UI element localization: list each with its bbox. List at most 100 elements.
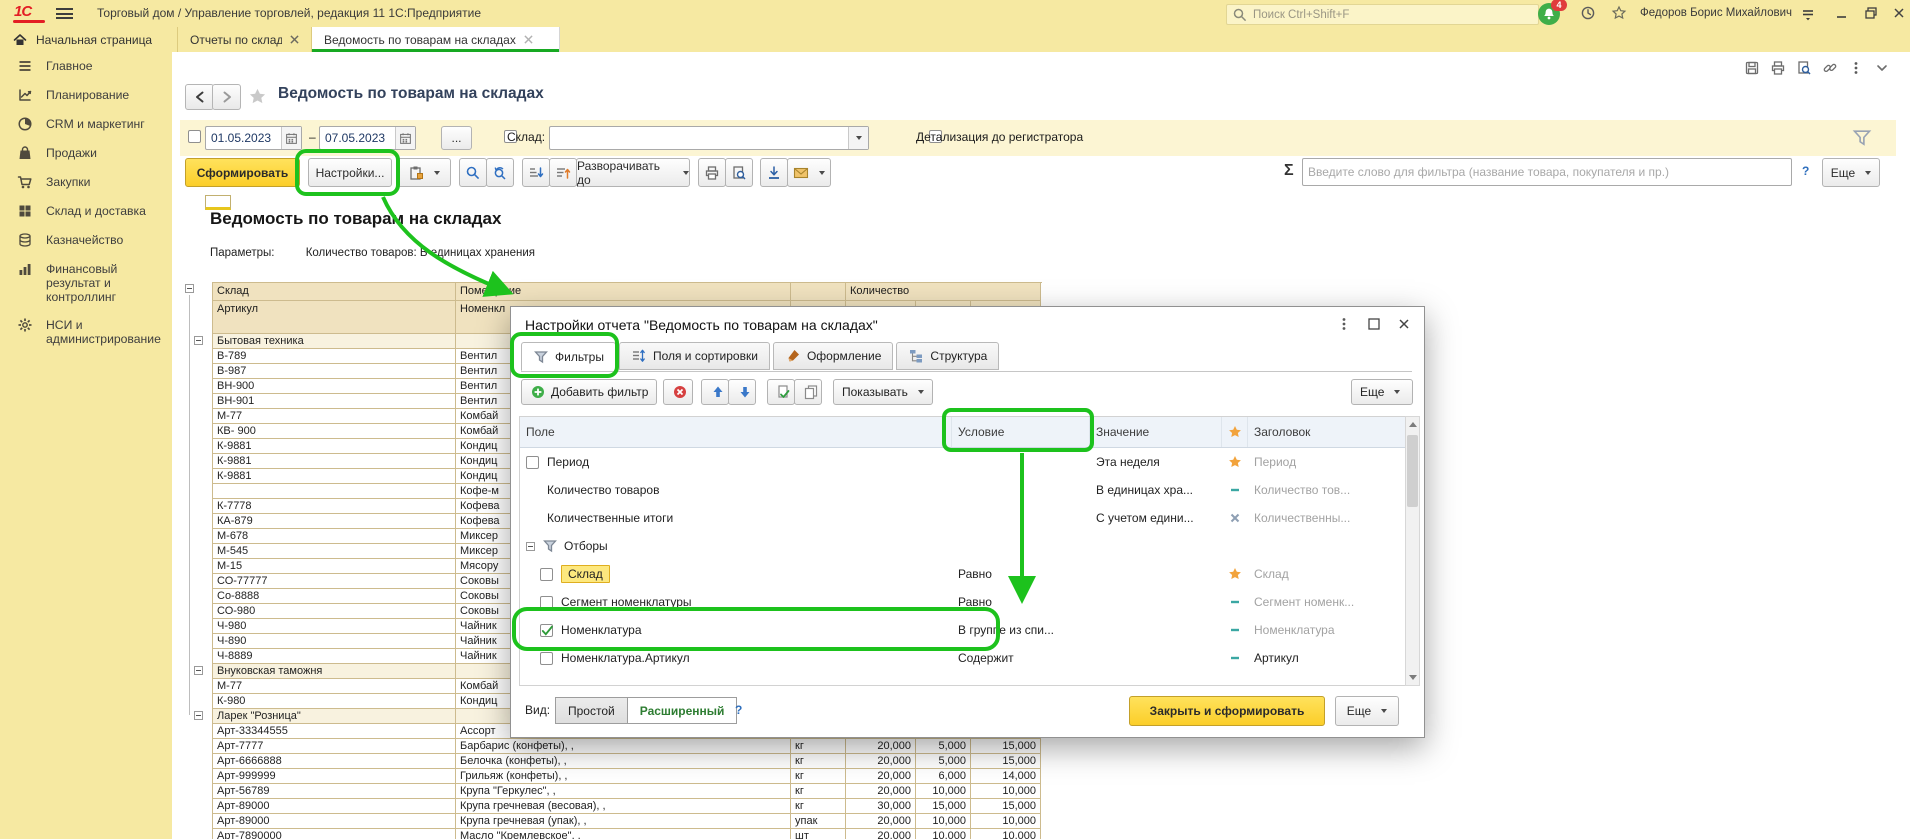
report-cell[interactable]: кг	[791, 769, 846, 784]
collapse-groups-button[interactable]	[522, 158, 550, 187]
filter-value-cell[interactable]: Эта неделя	[1090, 455, 1222, 469]
filter-marker-cell[interactable]	[1222, 454, 1248, 470]
sidebar-item-warehouse[interactable]: Склад и доставка	[0, 197, 172, 226]
report-cell[interactable]: ВН-900	[213, 379, 456, 394]
report-cell[interactable]: 10,000	[916, 829, 971, 839]
report-cell[interactable]: Ч-980	[213, 619, 456, 634]
report-header-cell[interactable]: Помещение	[456, 283, 791, 301]
tab-active[interactable]: Ведомость по товарам на складах	[312, 27, 560, 52]
favorite-star-button[interactable]	[248, 87, 267, 109]
show-mode-button[interactable]: Показывать	[833, 379, 933, 405]
dialog-more-button[interactable]	[1333, 315, 1355, 333]
column-header[interactable]: Заголовок	[1248, 417, 1410, 447]
column-value[interactable]: Значение	[1090, 417, 1222, 447]
help-button[interactable]: ?	[1802, 164, 1809, 178]
report-cell[interactable]: Барбарис (конфеты), ,	[456, 739, 791, 754]
filter-field-cell[interactable]: Количественные итоги	[520, 511, 952, 525]
report-cell[interactable]: Внуковская таможня	[213, 664, 456, 679]
filter-header-cell[interactable]: Период	[1248, 455, 1410, 469]
report-cell[interactable]: Со-8888	[213, 589, 456, 604]
move-down-button[interactable]	[728, 379, 756, 405]
report-cell[interactable]: Ч-890	[213, 634, 456, 649]
tree-collapse-icon[interactable]	[185, 284, 194, 293]
quick-filter-input[interactable]: Введите слово для фильтра (название това…	[1302, 158, 1792, 186]
find-button[interactable]	[459, 158, 487, 187]
filter-field-cell[interactable]: Период	[520, 455, 952, 469]
filter-field-cell[interactable]: Отборы	[520, 538, 952, 554]
filter-condition-cell[interactable]: Равно	[952, 595, 1090, 609]
report-cell[interactable]: Белочка (конфеты), ,	[456, 754, 791, 769]
report-corner-cell[interactable]	[205, 195, 231, 210]
filters-funnel-button[interactable]	[1852, 128, 1872, 151]
favorites-button[interactable]	[1611, 5, 1627, 24]
report-header-cell[interactable]: Склад	[213, 283, 456, 301]
filter-condition-cell[interactable]: Равно	[952, 567, 1090, 581]
filter-field-cell[interactable]: Количество товаров	[520, 483, 952, 497]
expand-groups-button[interactable]	[549, 158, 577, 187]
report-cell[interactable]: К-980	[213, 694, 456, 709]
report-cell[interactable]: кг	[791, 799, 846, 814]
filter-marker-cell[interactable]	[1222, 594, 1248, 610]
report-cell[interactable]: 14,000	[971, 769, 1041, 784]
report-cell[interactable]: 15,000	[971, 754, 1041, 769]
filter-header-cell[interactable]: Номенклатура	[1248, 623, 1410, 637]
expand-to-button[interactable]: Разворачивать до	[576, 158, 690, 187]
filter-marker-cell[interactable]	[1222, 510, 1248, 526]
report-cell[interactable]: Крупа "Геркулес", ,	[456, 784, 791, 799]
report-cell[interactable]: Арт-56789	[213, 784, 456, 799]
dialog-tab-item[interactable]: Поля и сортировки	[619, 342, 770, 370]
dialog-more-actions-button[interactable]: Еще	[1351, 379, 1413, 405]
report-cell[interactable]: упак	[791, 814, 846, 829]
back-button[interactable]	[185, 84, 214, 110]
report-header-cell[interactable]	[791, 283, 846, 301]
unchecked-checkbox[interactable]	[526, 456, 539, 469]
history-button[interactable]	[1580, 5, 1596, 24]
scroll-up-icon[interactable]	[1409, 422, 1417, 427]
report-cell[interactable]: 5,000	[916, 754, 971, 769]
column-condition[interactable]: Условие	[952, 417, 1090, 447]
filter-marker-cell[interactable]	[1222, 566, 1248, 582]
report-cell[interactable]: КА-879	[213, 514, 456, 529]
filter-header-cell[interactable]: Сегмент номенк...	[1248, 595, 1410, 609]
report-cell[interactable]: Арт-89000	[213, 799, 456, 814]
report-data-row[interactable]: Арт-89000Крупа гречневая (весовая), ,кг3…	[213, 799, 1042, 814]
tab-item[interactable]: Начальная страница	[0, 27, 178, 52]
current-user[interactable]: Федоров Борис Михайлович	[1640, 7, 1792, 19]
report-cell[interactable]: Ч-8889	[213, 649, 456, 664]
report-cell[interactable]: М-545	[213, 544, 456, 559]
dialog-tab-item[interactable]: Структура	[896, 342, 999, 370]
tree-collapse-icon[interactable]	[194, 336, 203, 345]
calendar-icon[interactable]	[395, 127, 415, 149]
dialog-scrollbar[interactable]	[1405, 416, 1420, 686]
report-cell[interactable]: Арт-89000	[213, 814, 456, 829]
report-data-row[interactable]: Арт-89000Крупа гречневая (упак), ,упак20…	[213, 814, 1042, 829]
select-all-button[interactable]	[767, 379, 795, 405]
report-cell[interactable]: К-9881	[213, 439, 456, 454]
view-simple-button[interactable]: Простой	[555, 697, 628, 724]
collapse-chevron-icon[interactable]	[1874, 60, 1890, 76]
report-cell[interactable]: 10,000	[971, 814, 1041, 829]
print-icon[interactable]	[1770, 60, 1786, 76]
report-cell[interactable]: М-77	[213, 409, 456, 424]
filter-marker-cell[interactable]	[1222, 622, 1248, 638]
dialog-maximize-button[interactable]	[1363, 315, 1385, 333]
report-cell[interactable]: 20,000	[846, 829, 916, 839]
report-data-row[interactable]: Арт-999999Грильяж (конфеты), ,кг20,0006,…	[213, 769, 1042, 784]
report-cell[interactable]: СО-980	[213, 604, 456, 619]
main-menu-icon[interactable]	[56, 8, 73, 19]
report-cell[interactable]: 15,000	[971, 739, 1041, 754]
report-cell[interactable]: 20,000	[846, 754, 916, 769]
warehouse-select[interactable]	[549, 126, 869, 150]
filter-value-cell[interactable]: В единицах хра...	[1090, 483, 1222, 497]
dialog-footer-more-button[interactable]: Еще	[1335, 696, 1399, 726]
sidebar-item-crm[interactable]: CRM и маркетинг	[0, 110, 172, 139]
filter-header-cell[interactable]: Склад	[1248, 567, 1410, 581]
filter-marker-cell[interactable]	[1222, 650, 1248, 666]
filter-field-cell[interactable]: Сегмент номенклатуры	[520, 595, 952, 609]
sidebar-item-sales[interactable]: Продажи	[0, 139, 172, 168]
report-cell[interactable]: 20,000	[846, 814, 916, 829]
report-cell[interactable]: 10,000	[971, 784, 1041, 799]
unchecked-checkbox[interactable]	[540, 568, 553, 581]
scrollbar-thumb[interactable]	[1407, 435, 1418, 507]
report-cell[interactable]: К-9881	[213, 454, 456, 469]
